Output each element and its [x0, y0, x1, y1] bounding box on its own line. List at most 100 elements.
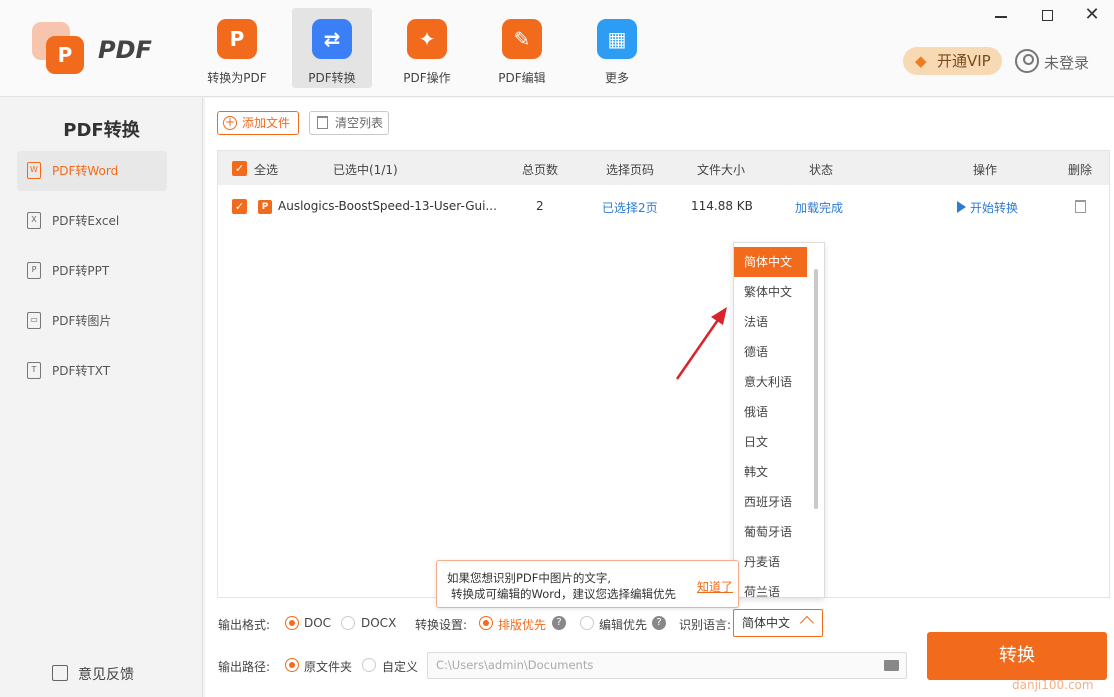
path-original-radio[interactable] — [285, 658, 299, 672]
sidebar-item-pdf-to-excel[interactable]: X PDF转Excel — [17, 201, 167, 241]
table-row: ✓ P Auslogics-BoostSpeed-13-User-Gui... … — [218, 185, 1109, 229]
edit-priority-label[interactable]: 编辑优先 — [599, 616, 647, 633]
start-convert-link[interactable]: 开始转换 — [970, 199, 1018, 216]
trash-icon — [317, 116, 328, 129]
toolbar-label: PDF转换 — [308, 71, 356, 85]
folder-icon[interactable] — [884, 660, 899, 671]
layout-priority-label[interactable]: 排版优先 — [498, 616, 546, 633]
language-option[interactable]: 西班牙语 — [734, 487, 807, 517]
sidebar-item-pdf-to-image[interactable]: ▭ PDF转图片 — [17, 301, 167, 341]
path-custom-radio[interactable] — [362, 658, 376, 672]
tooltip-line-1: 如果您想识别PDF中图片的文字, — [447, 571, 612, 585]
sidebar-item-label: PDF转PPT — [52, 264, 110, 278]
language-option[interactable]: 德语 — [734, 337, 807, 367]
diamond-icon: ◆ — [915, 52, 927, 70]
format-docx-radio[interactable] — [341, 616, 355, 630]
chevron-up-icon — [799, 615, 815, 631]
select-all-checkbox[interactable]: ✓ — [232, 161, 247, 176]
file-name: Auslogics-BoostSpeed-13-User-Gui... — [278, 199, 497, 213]
language-option[interactable]: 日文 — [734, 427, 807, 457]
watermark-logo: 单机100网 danji100.com — [965, 656, 1114, 696]
vip-button[interactable]: ◆ 开通VIP — [903, 47, 1002, 75]
language-select[interactable]: 简体中文 — [733, 609, 823, 637]
pdf-edit-icon: ✎ — [502, 19, 542, 59]
language-option[interactable]: 繁体中文 — [734, 277, 807, 307]
toolbar-label: PDF操作 — [403, 71, 451, 85]
header-page-select: 选择页码 — [606, 163, 655, 177]
sidebar-item-label: PDF转Word — [52, 164, 119, 178]
header-operation: 操作 — [973, 163, 998, 177]
status-text: 加载完成 — [795, 201, 844, 215]
toolbar-pdf-operate[interactable]: ✦ PDF操作 — [387, 8, 467, 88]
layout-priority-radio[interactable] — [479, 616, 493, 630]
top-toolbar: P PDF P 转换为PDF ⇄ PDF转换 ✦ PDF操作 ✎ PDF编辑 ▦… — [0, 0, 1114, 97]
add-circle-icon: + — [223, 115, 237, 130]
clear-list-button[interactable]: 清空列表 — [309, 111, 389, 135]
pdf-operate-icon: ✦ — [407, 19, 447, 59]
sidebar-item-pdf-to-word[interactable]: W PDF转Word — [17, 151, 167, 191]
edit-priority-radio[interactable] — [580, 616, 594, 630]
language-option[interactable]: 丹麦语 — [734, 547, 807, 577]
row-checkbox[interactable]: ✓ — [232, 199, 247, 214]
sidebar-item-pdf-to-txt[interactable]: T PDF转TXT — [17, 351, 167, 391]
language-option[interactable]: 葡萄牙语 — [734, 517, 807, 547]
minimize-icon[interactable] — [995, 16, 1007, 18]
delete-icon[interactable] — [1075, 200, 1086, 213]
toolbar-more[interactable]: ▦ 更多 — [577, 8, 657, 88]
help-icon[interactable]: ? — [652, 616, 666, 630]
path-custom-label[interactable]: 自定义 — [382, 658, 418, 675]
annotation-arrow — [675, 307, 727, 380]
toolbar-pdf-convert[interactable]: ⇄ PDF转换 — [292, 8, 372, 88]
format-doc-radio[interactable] — [285, 616, 299, 630]
user-icon[interactable] — [1015, 49, 1039, 73]
header-status: 状态 — [809, 163, 834, 177]
play-icon[interactable] — [957, 201, 966, 213]
toolbar-convert-to-pdf[interactable]: P 转换为PDF — [197, 8, 277, 88]
sidebar-item-pdf-to-ppt[interactable]: P PDF转PPT — [17, 251, 167, 291]
toolbar-label: 转换为PDF — [207, 71, 267, 85]
page-select-link[interactable]: 已选择2页 — [602, 199, 658, 216]
language-option[interactable]: 法语 — [734, 307, 807, 337]
header-total-pages: 总页数 — [522, 163, 559, 177]
language-option[interactable]: 简体中文 — [734, 247, 807, 277]
help-icon[interactable]: ? — [552, 616, 566, 630]
logo-pdf-icon: P — [46, 36, 84, 74]
table-header: ✓ 全选 已选中(1/1) 总页数 选择页码 文件大小 状态 操作 删除 — [218, 151, 1109, 185]
file-table: ✓ 全选 已选中(1/1) 总页数 选择页码 文件大小 状态 操作 删除 ✓ P… — [217, 150, 1110, 598]
format-doc-label[interactable]: DOC — [304, 616, 331, 630]
header-file-size: 文件大小 — [697, 163, 746, 177]
dropdown-scrollbar[interactable] — [814, 269, 818, 509]
watermark-line-1: 单机100网 — [1020, 661, 1089, 677]
login-label[interactable]: 未登录 — [1044, 52, 1089, 73]
tooltip-dismiss-link[interactable]: 知道了 — [697, 578, 733, 595]
path-original-label[interactable]: 原文件夹 — [304, 658, 352, 675]
add-file-label: 添加文件 — [242, 116, 291, 130]
feedback-button[interactable]: 意见反馈 — [52, 664, 134, 684]
toolbar-label: 更多 — [604, 71, 629, 85]
toolbar-label: PDF编辑 — [498, 71, 546, 85]
app-logo-text: PDF — [98, 36, 152, 64]
language-dropdown: 简体中文 繁体中文 法语 德语 意大利语 俄语 日文 韩文 西班牙语 葡萄牙语 … — [733, 242, 825, 598]
output-format-label: 输出格式: — [218, 618, 271, 632]
vip-label: 开通VIP — [937, 52, 991, 70]
format-docx-label[interactable]: DOCX — [361, 616, 396, 630]
file-size: 114.88 KB — [691, 199, 753, 213]
sidebar-item-label: PDF转TXT — [52, 364, 111, 378]
header-select-all: 全选 — [254, 163, 279, 177]
maximize-icon[interactable] — [1042, 10, 1053, 21]
total-pages: 2 — [536, 199, 544, 213]
language-option[interactable]: 俄语 — [734, 397, 807, 427]
add-file-button[interactable]: + 添加文件 — [217, 111, 299, 135]
pdf-convert-icon: ⇄ — [312, 19, 352, 59]
close-icon[interactable]: ✕ — [1082, 5, 1102, 25]
image-file-icon: ▭ — [27, 312, 41, 329]
language-option[interactable]: 意大利语 — [734, 367, 807, 397]
toolbar-pdf-edit[interactable]: ✎ PDF编辑 — [482, 8, 562, 88]
output-path-input[interactable]: C:\Users\admin\Documents — [427, 652, 907, 679]
excel-file-icon: X — [27, 212, 41, 229]
header-selected-count: 已选中(1/1) — [333, 163, 398, 177]
tooltip-line-2: 转换成可编辑的Word，建议您选择编辑优先 — [451, 587, 677, 601]
header-delete: 删除 — [1068, 163, 1093, 177]
language-option[interactable]: 荷兰语 — [734, 577, 807, 597]
language-option[interactable]: 韩文 — [734, 457, 807, 487]
